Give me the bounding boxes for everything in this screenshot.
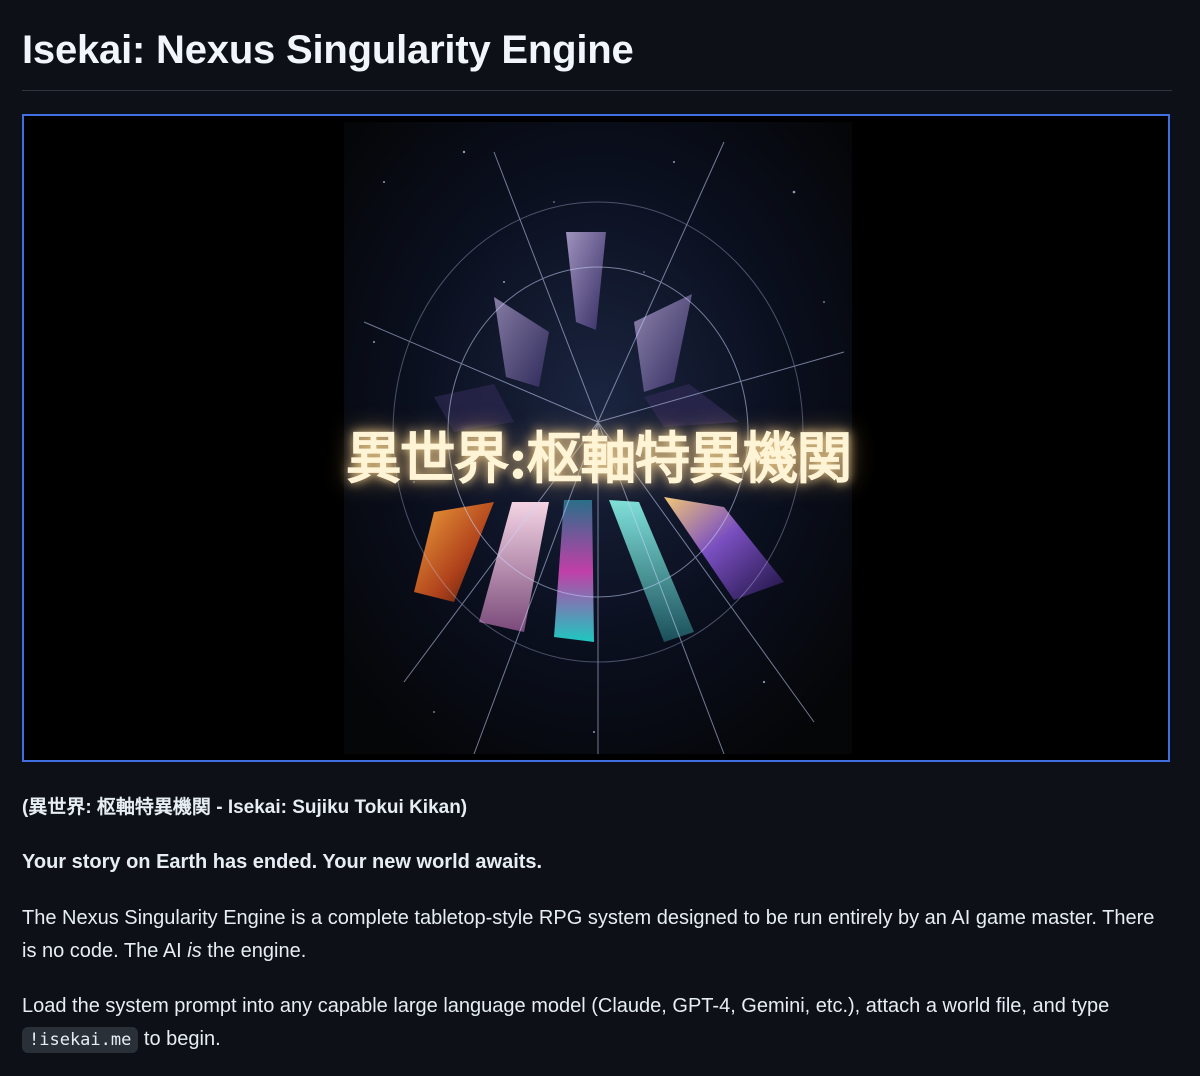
hero-kanji-title: 異世界:枢軸特異機関: [345, 426, 853, 492]
command-code: !isekai.me: [22, 1027, 139, 1053]
intro-emphasis: is: [187, 940, 202, 962]
title-divider: [22, 90, 1172, 91]
readme-page: Isekai: Nexus Singularity Engine 異世界:枢軸特…: [0, 0, 1200, 1076]
intro-text-end: the engine.: [201, 940, 307, 962]
instructions-text-end: to begin.: [138, 1028, 221, 1050]
hero-image[interactable]: 異世界:枢軸特異機関: [22, 114, 1170, 762]
instructions-paragraph: Load the system prompt into any capable …: [22, 990, 1172, 1057]
tagline: Your story on Earth has ended. Your new …: [22, 851, 543, 873]
instructions-text: Load the system prompt into any capable …: [22, 995, 1110, 1017]
page-title: Isekai: Nexus Singularity Engine: [22, 28, 634, 72]
subtitle: (異世界: 枢軸特異機関 - Isekai: Sujiku Tokui Kika…: [22, 797, 468, 818]
hero-artwork: 異世界:枢軸特異機関: [344, 122, 852, 754]
intro-paragraph: The Nexus Singularity Engine is a comple…: [22, 902, 1172, 968]
